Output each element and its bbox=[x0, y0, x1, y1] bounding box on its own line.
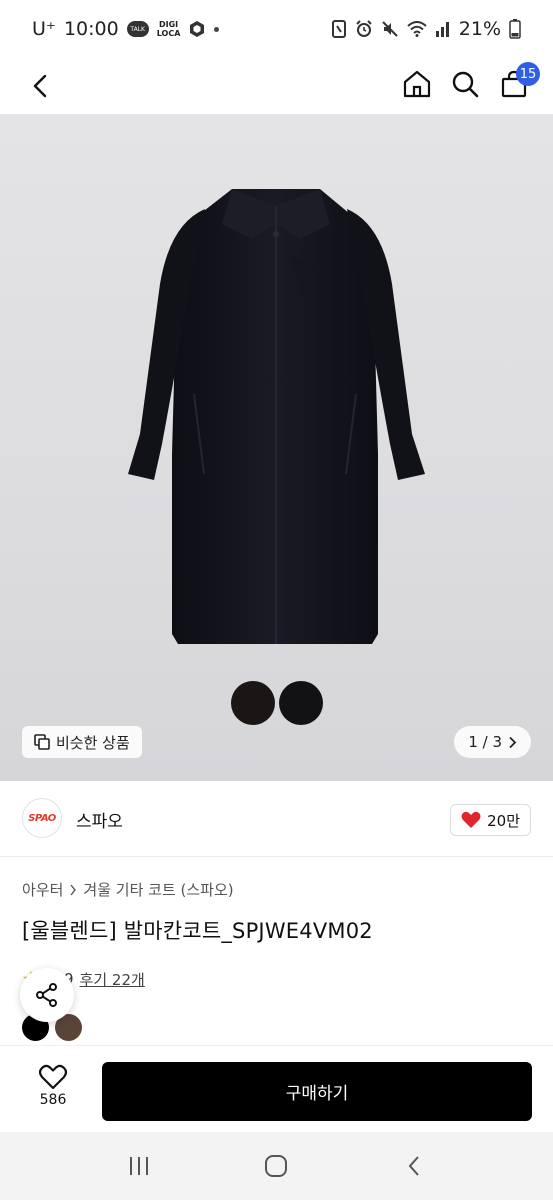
page-indicator-text: 1 / 3 bbox=[468, 733, 502, 751]
digi-label-bottom: LOCA bbox=[156, 29, 181, 38]
system-navigation-bar bbox=[0, 1132, 553, 1200]
recent-apps-button[interactable] bbox=[109, 1144, 169, 1188]
breadcrumb-item-category[interactable]: 겨울 기타 코트 (스파오) bbox=[83, 879, 233, 900]
carrier-label: U⁺ bbox=[32, 18, 56, 40]
back-nav-button[interactable] bbox=[384, 1144, 444, 1188]
status-right: 21% bbox=[331, 18, 521, 40]
home-nav-button[interactable] bbox=[246, 1144, 306, 1188]
back-chevron-icon bbox=[408, 1156, 419, 1176]
search-button[interactable] bbox=[445, 64, 485, 104]
mute-icon bbox=[382, 21, 398, 37]
similar-items-icon bbox=[34, 734, 50, 750]
cart-count-badge: 15 bbox=[516, 62, 540, 86]
wishlist-count: 586 bbox=[39, 1092, 67, 1108]
back-button[interactable] bbox=[24, 66, 56, 106]
digiloca-icon: DIGI LOCA bbox=[157, 20, 181, 38]
wishlist-button[interactable]: 586 bbox=[22, 1064, 84, 1120]
buy-button-label: 구매하기 bbox=[285, 1084, 349, 1104]
home-circle-icon bbox=[265, 1155, 288, 1177]
heart-filled-icon bbox=[461, 811, 481, 828]
brand-logo[interactable]: SPAO bbox=[22, 798, 62, 838]
nfc-icon bbox=[331, 20, 346, 38]
share-icon bbox=[36, 983, 57, 1007]
brand-row[interactable]: SPAO 스파오 20만 bbox=[0, 781, 553, 857]
heart-outline-icon bbox=[39, 1064, 67, 1090]
alarm-icon bbox=[356, 20, 372, 37]
coat-product-image bbox=[128, 189, 425, 644]
status-left: U⁺ 10:00 TALK DIGI LOCA bbox=[32, 18, 220, 40]
breadcrumb-item-outer[interactable]: 아우터 bbox=[22, 879, 63, 900]
gallery-page-indicator[interactable]: 1 / 3 bbox=[454, 726, 531, 758]
cart-button[interactable]: 15 bbox=[494, 62, 540, 104]
product-image-gallery[interactable]: 비슷한 상품 1 / 3 bbox=[0, 114, 553, 781]
chevron-right-icon bbox=[509, 736, 517, 748]
app-header: 15 bbox=[0, 58, 553, 188]
search-icon bbox=[452, 71, 479, 98]
status-bar: U⁺ 10:00 TALK DIGI LOCA 21% bbox=[0, 0, 553, 58]
cube-icon bbox=[190, 21, 205, 37]
kakaotalk-icon: TALK bbox=[126, 21, 149, 37]
buy-button[interactable]: 구매하기 bbox=[102, 1062, 532, 1121]
swatch-black[interactable] bbox=[279, 681, 323, 725]
wifi-icon bbox=[407, 21, 427, 37]
recent-apps-icon bbox=[129, 1157, 148, 1175]
breadcrumb: 아우터 겨울 기타 코트 (스파오) bbox=[22, 879, 234, 900]
product-title: [울블렌드] 발마칸코트_SPJWE4VM02 bbox=[22, 919, 373, 943]
chevron-right-icon bbox=[70, 884, 77, 895]
similar-products-label: 비슷한 상품 bbox=[56, 733, 130, 752]
brand-name[interactable]: 스파오 bbox=[76, 807, 123, 832]
brand-logo-text: SPAO bbox=[28, 812, 56, 824]
battery-icon bbox=[509, 19, 521, 39]
share-button[interactable] bbox=[20, 968, 74, 1022]
signal-icon bbox=[435, 22, 449, 37]
battery-percent: 21% bbox=[458, 18, 501, 40]
reviews-link[interactable]: 후기 22개 bbox=[80, 969, 145, 990]
digi-label-top: DIGI bbox=[158, 20, 179, 29]
brand-like-count: 20만 bbox=[487, 811, 520, 830]
swatch-dark-brown[interactable] bbox=[231, 681, 275, 725]
similar-products-button[interactable]: 비슷한 상품 bbox=[22, 726, 142, 758]
home-icon bbox=[403, 70, 431, 98]
chevron-left-icon bbox=[33, 74, 47, 98]
brand-like-button[interactable]: 20만 bbox=[450, 804, 531, 836]
notification-dot-icon bbox=[214, 26, 220, 32]
clock: 10:00 bbox=[63, 18, 119, 40]
home-button[interactable] bbox=[397, 64, 437, 104]
talk-label: TALK bbox=[130, 25, 145, 33]
purchase-bar: 586 구매하기 bbox=[0, 1045, 553, 1132]
